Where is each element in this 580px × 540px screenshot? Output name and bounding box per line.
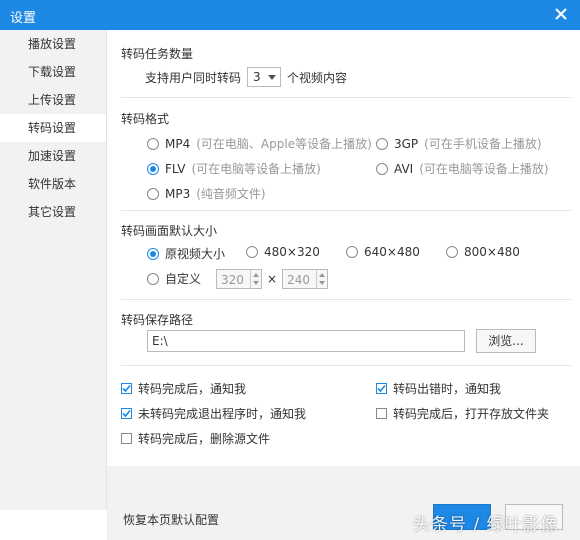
checkbox-notify-complete[interactable] — [121, 383, 132, 394]
divider — [121, 299, 571, 300]
notify-label-complete: 转码完成后，通知我 — [138, 382, 247, 396]
notify-option-error[interactable]: 转码出错时，通知我 — [376, 380, 501, 397]
radio-avi[interactable] — [376, 162, 388, 175]
notify-label-error: 转码出错时，通知我 — [393, 382, 502, 396]
format-label-mp3: MP3 — [165, 186, 191, 201]
task-count-select[interactable]: 3 — [247, 67, 282, 87]
notify-label-open-folder: 转码完成后，打开存放文件夹 — [393, 407, 550, 421]
format-label-avi: AVI — [394, 161, 414, 176]
format-option-mp4[interactable]: MP4 (可在电脑、Apple等设备上播放) — [147, 135, 372, 152]
size-option-640x480[interactable]: 640×480 — [346, 245, 420, 259]
custom-size-row: 320 × 240 — [216, 269, 329, 289]
format-option-flv[interactable]: FLV (可在电脑等设备上播放) — [147, 160, 321, 177]
sidebar-item-playback[interactable]: 播放设置 — [0, 30, 106, 58]
task-count-title: 转码任务数量 — [121, 47, 194, 61]
size-title: 转码画面默认大小 — [121, 224, 218, 238]
stepper-buttons[interactable] — [316, 270, 327, 288]
sidebar-item-acceleration[interactable]: 加速设置 — [0, 142, 106, 170]
sidebar-item-download[interactable]: 下载设置 — [0, 58, 106, 86]
radio-3gp[interactable] — [376, 137, 388, 150]
size-label-800x480: 800×480 — [464, 245, 520, 259]
task-count-prefix: 支持用户同时转码 — [145, 70, 242, 85]
notify-option-delete-source[interactable]: 转码完成后，删除源文件 — [121, 430, 270, 447]
task-count-row: 支持用户同时转码 3 个视频内容 — [145, 67, 347, 87]
task-count-value: 3 — [253, 70, 261, 84]
checkbox-delete-source[interactable] — [121, 433, 132, 444]
size-label-original: 原视频大小 — [165, 247, 226, 261]
checkbox-notify-exit[interactable] — [121, 408, 132, 419]
format-label-flv: FLV — [165, 161, 186, 176]
arrow-up-icon[interactable] — [319, 273, 326, 277]
restore-defaults-link[interactable]: 恢复本页默认配置 — [123, 511, 219, 528]
custom-width-stepper[interactable]: 320 — [216, 269, 262, 289]
divider — [121, 210, 571, 211]
sidebar-item-other[interactable]: 其它设置 — [0, 198, 106, 226]
arrow-down-icon[interactable] — [253, 281, 259, 285]
window-title: 设置 — [10, 11, 37, 26]
format-label-mp4: MP4 — [165, 136, 191, 151]
radio-mp3[interactable] — [147, 187, 159, 200]
custom-height-value: 240 — [287, 273, 310, 287]
sidebar: 播放设置 下载设置 上传设置 转码设置 加速设置 软件版本 其它设置 — [0, 30, 107, 510]
browse-button[interactable]: 浏览... — [476, 329, 536, 353]
path-input[interactable] — [152, 332, 452, 350]
notify-label-exit: 未转码完成退出程序时，通知我 — [138, 407, 307, 421]
arrow-down-icon[interactable] — [319, 281, 326, 285]
title-bar: 设置 — [0, 0, 580, 30]
stepper-buttons[interactable] — [250, 270, 261, 288]
sidebar-item-version[interactable]: 软件版本 — [0, 170, 106, 198]
notify-option-open-folder[interactable]: 转码完成后，打开存放文件夹 — [376, 405, 549, 422]
divider — [121, 97, 571, 98]
divider — [121, 365, 571, 366]
radio-flv[interactable] — [147, 162, 159, 175]
path-field[interactable] — [147, 330, 465, 352]
watermark: 头条号 / 绿叶影像 — [413, 515, 559, 535]
main-panel: 转码任务数量 支持用户同时转码 3 个视频内容 转码格式 MP4 (可在电脑、A… — [107, 30, 580, 540]
size-label-480x320: 480×320 — [264, 245, 320, 259]
format-option-mp3[interactable]: MP3 (纯音频文件) — [147, 185, 266, 202]
size-label-640x480: 640×480 — [364, 245, 420, 259]
size-label-custom: 自定义 — [165, 272, 202, 286]
path-title: 转码保存路径 — [121, 313, 194, 327]
radio-640x480[interactable] — [346, 246, 358, 258]
size-option-480x320[interactable]: 480×320 — [246, 245, 320, 259]
radio-800x480[interactable] — [446, 246, 458, 258]
sidebar-item-transcode[interactable]: 转码设置 — [0, 114, 106, 142]
checkbox-notify-error[interactable] — [376, 383, 387, 394]
notify-option-exit[interactable]: 未转码完成退出程序时，通知我 — [121, 405, 306, 422]
format-option-3gp[interactable]: 3GP (可在手机设备上播放) — [376, 135, 542, 152]
format-hint-flv: (可在电脑等设备上播放) — [191, 162, 321, 176]
size-option-original[interactable]: 原视频大小 — [147, 245, 225, 262]
chevron-down-icon — [268, 75, 277, 80]
footer: 恢复本页默认配置 头条号 / 绿叶影像 — [107, 466, 580, 540]
notify-label-delete-source: 转码完成后，删除源文件 — [138, 432, 271, 446]
size-option-800x480[interactable]: 800×480 — [446, 245, 520, 259]
task-count-suffix: 个视频内容 — [287, 70, 348, 85]
close-icon[interactable] — [552, 5, 570, 23]
size-option-custom[interactable]: 自定义 — [147, 270, 201, 287]
format-label-3gp: 3GP — [394, 136, 419, 151]
times-sign: × — [267, 272, 278, 286]
sidebar-item-upload[interactable]: 上传设置 — [0, 86, 106, 114]
custom-width-value: 320 — [221, 273, 244, 287]
custom-height-stepper[interactable]: 240 — [282, 269, 329, 289]
format-hint-mp3: (纯音频文件) — [196, 187, 266, 201]
format-hint-mp4: (可在电脑、Apple等设备上播放) — [196, 137, 372, 151]
radio-original-size[interactable] — [147, 247, 159, 260]
notify-option-complete[interactable]: 转码完成后，通知我 — [121, 380, 246, 397]
format-hint-avi: (可在电脑等设备上播放) — [419, 162, 549, 176]
radio-custom-size[interactable] — [147, 272, 159, 285]
radio-mp4[interactable] — [147, 137, 159, 150]
format-option-avi[interactable]: AVI (可在电脑等设备上播放) — [376, 160, 549, 177]
format-hint-3gp: (可在手机设备上播放) — [424, 137, 542, 151]
format-title: 转码格式 — [121, 112, 170, 126]
radio-480x320[interactable] — [246, 246, 258, 258]
checkbox-open-folder[interactable] — [376, 408, 387, 419]
arrow-up-icon[interactable] — [253, 273, 259, 277]
